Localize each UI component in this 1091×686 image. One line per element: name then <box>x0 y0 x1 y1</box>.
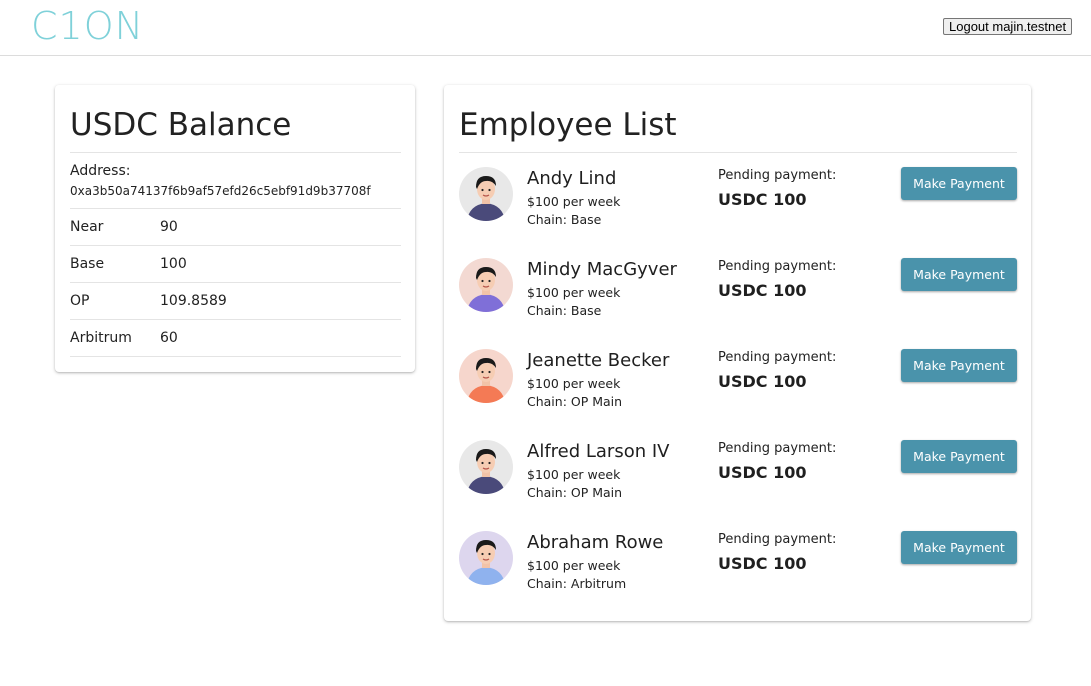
balance-title: USDC Balance <box>70 107 292 143</box>
chain-name: Arbitrum <box>70 330 132 346</box>
avatar <box>459 167 513 221</box>
employee-row: Jeanette Becker $100 per week Chain: OP … <box>459 349 1017 440</box>
balance-row: Base 100 <box>70 246 401 283</box>
avatar <box>459 531 513 585</box>
employee-name: Alfred Larson IV <box>527 441 670 462</box>
chain-balance: 100 <box>160 256 187 272</box>
employee-name: Jeanette Becker <box>527 350 670 371</box>
top-bar: C1ON Logout majin.testnet <box>0 0 1091 56</box>
employee-row: Mindy MacGyver $100 per week Chain: Base… <box>459 258 1017 349</box>
person-avatar-icon <box>459 440 513 494</box>
person-avatar-icon <box>459 531 513 585</box>
chain-name: Near <box>70 219 104 235</box>
app-logo: C1ON <box>31 4 145 48</box>
pending-payment-amount: USDC 100 <box>718 190 807 209</box>
employee-chain: Chain: OP Main <box>527 394 623 409</box>
employee-chain: Chain: Base <box>527 303 602 318</box>
avatar <box>459 440 513 494</box>
avatar <box>459 349 513 403</box>
employee-rate: $100 per week <box>527 285 621 300</box>
employee-name: Mindy MacGyver <box>527 259 677 280</box>
address-block: Address: 0xa3b50a74137f6b9af57efd26c5ebf… <box>70 162 371 200</box>
address-value: 0xa3b50a74137f6b9af57efd26c5ebf91d9b3770… <box>70 184 371 198</box>
make-payment-button[interactable]: Make Payment <box>901 167 1017 200</box>
pending-payment-label: Pending payment: <box>718 259 837 274</box>
pending-payment-label: Pending payment: <box>718 441 837 456</box>
employee-row: Alfred Larson IV $100 per week Chain: OP… <box>459 440 1017 531</box>
address-label: Address: <box>70 163 131 179</box>
usdc-balance-card: USDC Balance Address: 0xa3b50a74137f6b9a… <box>55 85 415 372</box>
make-payment-button[interactable]: Make Payment <box>901 349 1017 382</box>
employee-list: Andy Lind $100 per week Chain: Base Pend… <box>459 167 1017 622</box>
person-avatar-icon <box>459 258 513 312</box>
make-payment-button[interactable]: Make Payment <box>901 531 1017 564</box>
pending-payment-label: Pending payment: <box>718 350 837 365</box>
person-avatar-icon <box>459 167 513 221</box>
chain-name: OP <box>70 293 90 309</box>
employee-rate: $100 per week <box>527 467 621 482</box>
employee-list-card: Employee List Andy Lind $100 per week Ch… <box>444 85 1031 621</box>
pending-payment-amount: USDC 100 <box>718 281 807 300</box>
chain-name: Base <box>70 256 105 272</box>
pending-payment-amount: USDC 100 <box>718 372 807 391</box>
chain-balance: 60 <box>160 330 178 346</box>
employee-list-title: Employee List <box>459 107 677 143</box>
employee-chain: Chain: OP Main <box>527 485 623 500</box>
employee-rate: $100 per week <box>527 558 621 573</box>
chain-balance: 109.8589 <box>160 293 227 309</box>
employee-rate: $100 per week <box>527 376 621 391</box>
divider <box>459 152 1017 153</box>
pending-payment-label: Pending payment: <box>718 168 837 183</box>
employee-name: Abraham Rowe <box>527 532 664 553</box>
pending-payment-amount: USDC 100 <box>718 554 807 573</box>
employee-name: Andy Lind <box>527 168 617 189</box>
pending-payment-label: Pending payment: <box>718 532 837 547</box>
chain-balance: 90 <box>160 219 178 235</box>
balance-table: Near 90 Base 100 OP 109.8589 Arbitrum 60 <box>70 208 401 357</box>
employee-rate: $100 per week <box>527 194 621 209</box>
make-payment-button[interactable]: Make Payment <box>901 440 1017 473</box>
avatar <box>459 258 513 312</box>
balance-row: Near 90 <box>70 209 401 246</box>
make-payment-button[interactable]: Make Payment <box>901 258 1017 291</box>
logout-button[interactable]: Logout majin.testnet <box>943 18 1073 35</box>
pending-payment-amount: USDC 100 <box>718 463 807 482</box>
employee-row: Abraham Rowe $100 per week Chain: Arbitr… <box>459 531 1017 622</box>
employee-chain: Chain: Base <box>527 212 602 227</box>
balance-row: Arbitrum 60 <box>70 320 401 357</box>
person-avatar-icon <box>459 349 513 403</box>
employee-row: Andy Lind $100 per week Chain: Base Pend… <box>459 167 1017 258</box>
employee-chain: Chain: Arbitrum <box>527 576 627 591</box>
balance-row: OP 109.8589 <box>70 283 401 320</box>
divider <box>70 152 401 153</box>
